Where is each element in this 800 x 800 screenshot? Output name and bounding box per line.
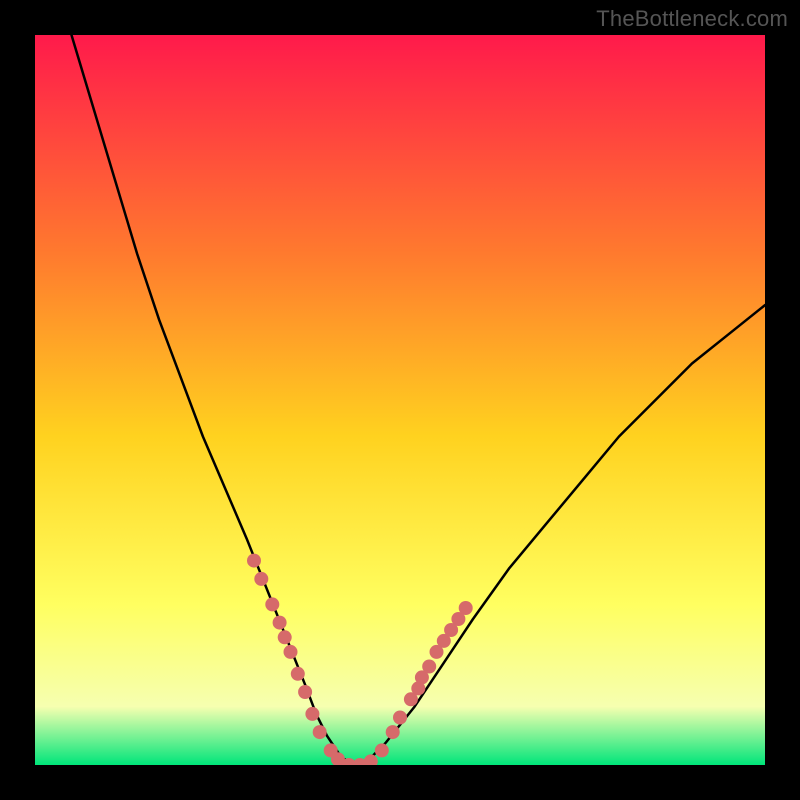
highlight-dot [459,601,473,615]
highlight-dot [273,616,287,630]
highlight-dot [375,743,389,757]
highlight-dot [298,685,312,699]
highlight-dot [247,554,261,568]
highlight-dot [305,707,319,721]
chart-frame: TheBottleneck.com [0,0,800,800]
highlight-dot [265,597,279,611]
plot-area [35,35,765,765]
highlight-dot [422,660,436,674]
watermark-text: TheBottleneck.com [596,6,788,32]
highlight-dot [386,725,400,739]
highlight-dot [313,725,327,739]
highlight-dot [278,630,292,644]
plot-svg [35,35,765,765]
highlight-dot [291,667,305,681]
highlight-dot [284,645,298,659]
highlight-dot [254,572,268,586]
highlight-dot [393,711,407,725]
